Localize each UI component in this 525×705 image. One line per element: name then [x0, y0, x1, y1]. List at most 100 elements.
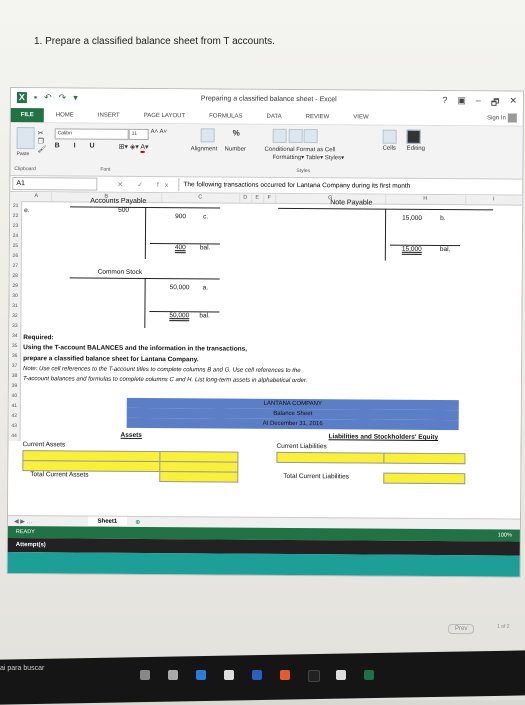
- row-header[interactable]: 21: [10, 201, 23, 212]
- row-header[interactable]: 34: [9, 331, 22, 342]
- conditional-format-icons[interactable]: [272, 128, 319, 145]
- ap-credit-900[interactable]: 900: [175, 213, 186, 220]
- cs-credit-50000[interactable]: 50,000: [170, 284, 190, 291]
- row-header[interactable]: 33: [9, 321, 22, 332]
- note-line-1[interactable]: Note: Use cell references to the T-accou…: [23, 366, 301, 374]
- customize-icon[interactable]: ▾: [73, 92, 78, 103]
- column-header-i[interactable]: I: [465, 195, 523, 205]
- tab-insert[interactable]: INSERT: [86, 109, 132, 123]
- tab-page-layout[interactable]: PAGE LAYOUT: [132, 109, 198, 123]
- row-header[interactable]: 22: [10, 211, 23, 222]
- store-icon[interactable]: [252, 670, 262, 680]
- alignment-button[interactable]: [200, 128, 215, 144]
- mail-icon[interactable]: [336, 670, 346, 680]
- total-current-liabilities-label[interactable]: Total Current Liabilities: [283, 473, 349, 480]
- column-header-c[interactable]: C: [161, 193, 241, 203]
- current-assets-label[interactable]: Current Assets: [22, 441, 65, 448]
- font-size-select[interactable]: 11: [128, 128, 149, 140]
- ap-debit-500[interactable]: 500: [118, 207, 129, 214]
- tab-file[interactable]: FILE: [10, 108, 44, 123]
- row-header[interactable]: 42: [8, 410, 21, 422]
- undo-icon[interactable]: ↶: [44, 92, 52, 103]
- fx-icon[interactable]: fx: [157, 182, 175, 189]
- cs-balance-50000[interactable]: 50,000: [169, 312, 189, 319]
- name-box[interactable]: A1: [12, 177, 98, 191]
- explorer-icon[interactable]: [224, 670, 234, 680]
- tab-review[interactable]: REVIEW: [294, 110, 342, 124]
- input-cell-h42[interactable]: [383, 452, 466, 465]
- amazon-icon[interactable]: [308, 670, 320, 682]
- editing-button[interactable]: Editing: [407, 129, 426, 152]
- sign-in[interactable]: Sign In: [487, 113, 517, 123]
- row-header[interactable]: 29: [9, 281, 22, 292]
- required-line-1[interactable]: Using the T-account BALANCES and the inf…: [23, 344, 247, 353]
- row-header[interactable]: 39: [8, 380, 21, 392]
- minimize-icon[interactable]: –: [476, 95, 481, 111]
- row-header[interactable]: 31: [9, 301, 22, 312]
- column-header-a[interactable]: A: [21, 192, 53, 202]
- microphone-icon[interactable]: [140, 670, 150, 680]
- ap-credit-900-ref[interactable]: c.: [203, 213, 208, 220]
- row-header[interactable]: 24: [9, 231, 22, 242]
- np-credit-15000-ref[interactable]: b.: [440, 215, 445, 222]
- np-credit-15000[interactable]: 15,000: [402, 215, 422, 222]
- redo-icon[interactable]: ↷: [59, 92, 67, 103]
- tab-data[interactable]: DATA: [254, 110, 293, 124]
- cut-copy-icons[interactable]: ✂ ❐ 🖌: [38, 129, 47, 153]
- row-header[interactable]: 27: [9, 261, 22, 272]
- taskbar-search[interactable]: ai para buscar: [0, 665, 44, 672]
- input-cell-h44[interactable]: [383, 472, 466, 485]
- row-header[interactable]: 43: [8, 420, 21, 432]
- zoom-level[interactable]: 100%: [498, 529, 512, 541]
- required-heading[interactable]: Required:: [23, 334, 53, 341]
- row-header[interactable]: 30: [9, 291, 22, 302]
- row-header[interactable]: 36: [9, 351, 22, 362]
- row-header[interactable]: 28: [9, 271, 22, 282]
- row-header[interactable]: 26: [9, 251, 22, 262]
- liab-equity-heading[interactable]: Liabilities and Stockholders' Equity: [329, 433, 439, 441]
- row-header[interactable]: 38: [8, 371, 22, 382]
- input-cell-g42[interactable]: [276, 451, 385, 464]
- bold-italic-underline[interactable]: B I U: [55, 142, 101, 149]
- help-icon[interactable]: ?: [442, 95, 447, 111]
- row-header[interactable]: 44: [8, 430, 21, 442]
- required-line-2[interactable]: prepare a classified balance sheet for L…: [23, 355, 198, 363]
- close-icon[interactable]: ✕: [509, 95, 517, 111]
- row-header[interactable]: 37: [9, 361, 22, 372]
- add-sheet-icon[interactable]: ⊕: [135, 519, 140, 526]
- chrome-icon[interactable]: [280, 670, 290, 680]
- tab-home[interactable]: HOME: [44, 108, 86, 122]
- font-grow-shrink[interactable]: A˄ A˅: [151, 129, 167, 135]
- task-view-icon[interactable]: [168, 670, 178, 680]
- percent-icon[interactable]: %: [233, 129, 240, 138]
- cell-a22[interactable]: e.: [24, 207, 29, 214]
- tab-formulas[interactable]: FORMULAS: [197, 109, 254, 123]
- excel-logo-icon[interactable]: X: [16, 92, 27, 104]
- borders-fill-font-color-icons[interactable]: ⊞▾ ◈▾ A▾: [119, 143, 149, 153]
- assets-heading[interactable]: Assets: [121, 432, 142, 439]
- current-liabilities-label[interactable]: Current Liabilities: [276, 443, 326, 450]
- excel-taskbar-icon[interactable]: [364, 670, 374, 680]
- total-current-assets-label[interactable]: Total Current Assets: [30, 471, 88, 478]
- paste-button[interactable]: Paste: [17, 127, 35, 157]
- prev-button[interactable]: Prev: [448, 624, 475, 634]
- row-header[interactable]: 32: [9, 311, 22, 322]
- restore-icon[interactable]: 🗗: [491, 95, 500, 111]
- ap-balance-ref[interactable]: bal.: [200, 244, 211, 251]
- accounts-payable-title[interactable]: Accounts Payable: [90, 198, 146, 205]
- formula-bar-buttons[interactable]: ✕ ✓ fx: [117, 180, 174, 188]
- row-header[interactable]: 41: [8, 400, 21, 412]
- note-line-2[interactable]: T-account balances and formulas to compl…: [23, 376, 307, 384]
- tab-view[interactable]: VIEW: [341, 110, 380, 124]
- note-payable-title[interactable]: Note Payable: [330, 199, 372, 206]
- sheet-nav-arrows-icon[interactable]: ◀ ▶ …: [14, 518, 33, 525]
- bs-date[interactable]: At December 31, 2016: [126, 417, 459, 431]
- column-header-h[interactable]: H: [385, 194, 467, 205]
- formula-input[interactable]: The following transactions occurred for …: [178, 178, 523, 194]
- row-header[interactable]: 40: [8, 390, 21, 402]
- font-name-select[interactable]: Calibri: [54, 128, 129, 140]
- row-header[interactable]: 23: [9, 221, 23, 232]
- edge-icon[interactable]: [196, 670, 206, 680]
- row-header[interactable]: 35: [9, 341, 22, 352]
- save-icon[interactable]: ▪: [34, 92, 37, 103]
